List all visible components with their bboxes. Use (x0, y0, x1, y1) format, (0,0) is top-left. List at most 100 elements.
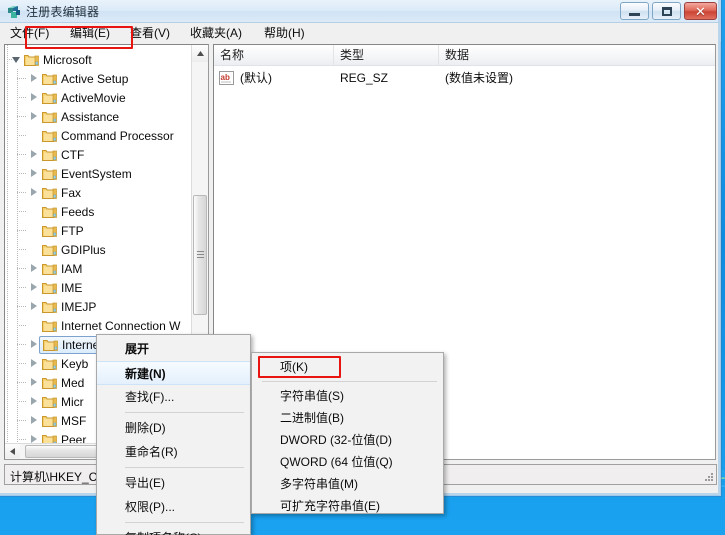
context-menu-item-3[interactable]: 删除(D) (97, 416, 250, 440)
column-header-data[interactable]: 数据 (439, 45, 715, 65)
tree-item-fax[interactable]: Fax (29, 183, 85, 202)
tree-item-command-processor[interactable]: Command Processor (29, 126, 178, 145)
tree-item-content[interactable]: Internet Connection W (42, 317, 184, 335)
context-menu-item-0[interactable]: 展开 (97, 337, 250, 361)
tree-context-menu[interactable]: 展开新建(N)查找(F)... 删除(D)重命名(R) 导出(E)权限(P)... 复… (96, 334, 251, 535)
table-row[interactable]: ab (默认) REG_SZ (数值未设置) (214, 68, 715, 89)
tree-connector-tick (17, 154, 27, 155)
tree-item-iam[interactable]: IAM (29, 259, 86, 278)
minimize-icon (629, 12, 640, 16)
expander-closed-icon[interactable] (29, 73, 40, 84)
scrollbar-grip-icon (197, 251, 204, 258)
tree-item-microsoft[interactable]: Microsoft (11, 50, 96, 69)
menu-help[interactable]: 帮助(H) (262, 25, 307, 41)
tree-item-activemovie[interactable]: ActiveMovie (29, 88, 130, 107)
context-menu-item-6[interactable]: 权限(P)... (97, 495, 250, 519)
tree-item-assistance[interactable]: Assistance (29, 107, 123, 126)
expander-closed-icon[interactable] (29, 187, 40, 198)
expander-closed-icon[interactable] (29, 263, 40, 274)
column-header-type[interactable]: 类型 (334, 45, 439, 65)
tree-item-content[interactable]: CTF (42, 146, 88, 164)
tree-item-gdiplus[interactable]: GDIPlus (29, 240, 110, 259)
menu-view[interactable]: 查看(V) (128, 25, 172, 41)
tree-item-content[interactable]: IAM (42, 260, 86, 278)
expander-closed-icon[interactable] (29, 149, 40, 160)
resize-grip-icon[interactable] (702, 471, 714, 483)
new-submenu-item-4[interactable]: QWORD (64 位值(Q) (252, 451, 443, 473)
menu-edit[interactable]: 编辑(E) (68, 25, 112, 41)
context-menu-item-5[interactable]: 导出(E) (97, 471, 250, 495)
tree-connector-tick (17, 97, 27, 98)
tree-item-content[interactable]: Assistance (42, 108, 123, 126)
folder-icon (42, 319, 57, 332)
tree-item-content[interactable]: Med (42, 374, 88, 392)
menu-favorites[interactable]: 收藏夹(A) (188, 25, 244, 41)
tree-connector-tick (17, 344, 27, 345)
expander-closed-icon[interactable] (29, 301, 40, 312)
expander-closed-icon[interactable] (29, 92, 40, 103)
context-menu-item-2[interactable]: 查找(F)... (97, 385, 250, 409)
tree-connector-tick (17, 192, 27, 193)
expander-closed-icon[interactable] (29, 396, 40, 407)
tree-item-keyb[interactable]: Keyb (29, 354, 92, 373)
new-submenu-item-2[interactable]: 二进制值(B) (252, 407, 443, 429)
tree-item-med[interactable]: Med (29, 373, 88, 392)
minimize-button[interactable] (620, 2, 649, 20)
tree-item-content[interactable]: Micr (42, 393, 88, 411)
tree-item-content[interactable]: MSF (42, 412, 90, 430)
tree-connector-tick (17, 116, 27, 117)
tree-item-msf[interactable]: MSF (29, 411, 90, 430)
context-menu-item-4[interactable]: 重命名(R) (97, 440, 250, 464)
tree-item-internet-connection-w[interactable]: Internet Connection W (29, 316, 184, 335)
close-button[interactable]: ✕ (684, 2, 717, 20)
tree-item-content[interactable]: Microsoft (24, 51, 96, 69)
tree-item-ftp[interactable]: FTP (29, 221, 88, 240)
new-submenu-item-5[interactable]: 多字符串值(M) (252, 473, 443, 495)
tree-item-imejp[interactable]: IMEJP (29, 297, 100, 316)
folder-icon (42, 167, 57, 180)
tree-item-content[interactable]: IME (42, 279, 86, 297)
expander-closed-icon[interactable] (29, 415, 40, 426)
tree-item-feeds[interactable]: Feeds (29, 202, 98, 221)
expander-closed-icon[interactable] (29, 358, 40, 369)
tree-item-micr[interactable]: Micr (29, 392, 88, 411)
new-submenu-item-0[interactable]: 项(K) (252, 356, 443, 378)
tree-item-content[interactable]: Command Processor (42, 127, 178, 145)
new-submenu-item-3[interactable]: DWORD (32-位值(D) (252, 429, 443, 451)
tree-item-content[interactable]: IMEJP (42, 298, 100, 316)
new-submenu[interactable]: 项(K) 字符串值(S) 二进制值(B) DWORD (32-位值(D) QWORD (… (251, 352, 444, 514)
expander-placeholder (29, 225, 40, 236)
expander-closed-icon[interactable] (29, 111, 40, 122)
maximize-button[interactable] (652, 2, 681, 20)
tree-item-label: IME (61, 280, 83, 295)
tree-item-content[interactable]: Feeds (42, 203, 98, 221)
scroll-left-arrow[interactable] (5, 444, 20, 458)
context-menu-item-7[interactable]: 复制项名称(C) (97, 526, 250, 535)
tree-item-ime[interactable]: IME (29, 278, 86, 297)
expander-closed-icon[interactable] (29, 168, 40, 179)
svg-text:ab: ab (221, 73, 230, 82)
tree-scrollbar-thumb[interactable] (193, 195, 207, 315)
tree-item-active-setup[interactable]: Active Setup (29, 69, 132, 88)
tree-item-ctf[interactable]: CTF (29, 145, 88, 164)
tree-item-content[interactable]: Active Setup (42, 70, 132, 88)
menu-file[interactable]: 文件(F) (8, 25, 51, 41)
expander-closed-icon[interactable] (29, 339, 40, 350)
tree-item-content[interactable]: Keyb (42, 355, 92, 373)
column-header-name[interactable]: 名称 (214, 45, 334, 65)
title-bar[interactable]: 注册表编辑器 ✕ (0, 0, 721, 23)
context-menu-item-1[interactable]: 新建(N) (97, 361, 250, 385)
new-submenu-item-1[interactable]: 字符串值(S) (252, 385, 443, 407)
new-submenu-item-6[interactable]: 可扩充字符串值(E) (252, 495, 443, 517)
expander-closed-icon[interactable] (29, 282, 40, 293)
tree-item-content[interactable]: GDIPlus (42, 241, 110, 259)
expander-closed-icon[interactable] (29, 377, 40, 388)
tree-item-eventsystem[interactable]: EventSystem (29, 164, 136, 183)
tree-item-content[interactable]: Fax (42, 184, 85, 202)
tree-item-content[interactable]: FTP (42, 222, 88, 240)
tree-item-content[interactable]: EventSystem (42, 165, 136, 183)
tree-item-content[interactable]: ActiveMovie (42, 89, 130, 107)
tree-connector-tick (17, 382, 27, 383)
scroll-up-arrow[interactable] (192, 45, 208, 62)
tree-connector-tick (17, 268, 27, 269)
